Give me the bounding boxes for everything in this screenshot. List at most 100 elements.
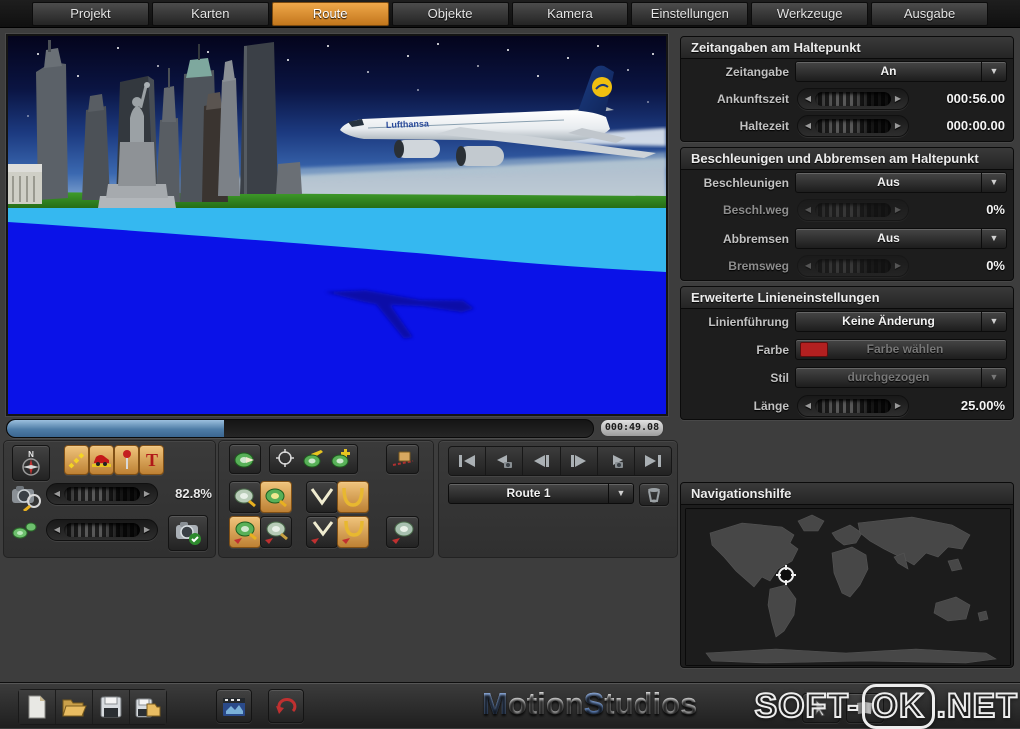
slider-dial[interactable] (815, 119, 891, 133)
waypoint-magnify-icon (234, 488, 256, 508)
apply-u-curve-button[interactable] (337, 516, 369, 548)
apply-camera-button[interactable] (168, 515, 208, 551)
abbremsen-dropdown[interactable]: Aus ▼ (795, 228, 1007, 249)
slider-decrease-arrow[interactable]: ◀ (801, 89, 815, 109)
next-waypoint-magnify-icon (265, 521, 288, 544)
view-toolbox: N T ◀ ▶ 82.8% ◀ ▶ (3, 440, 216, 558)
motionstudios-logo: MotionStudios (482, 686, 697, 722)
logo-part: M (482, 686, 508, 721)
timeline-scrubber[interactable] (6, 419, 594, 438)
chevron-down-icon[interactable]: ▼ (981, 229, 1006, 248)
next-zoom-waypoint-button[interactable] (260, 516, 292, 548)
open-project-button[interactable] (56, 690, 93, 724)
compass-button[interactable]: N (12, 445, 50, 481)
chevron-down-icon[interactable]: ▼ (981, 62, 1006, 81)
prev-zoom-waypoint-button[interactable] (229, 516, 261, 548)
slider-decrease-arrow[interactable]: ◀ (801, 116, 815, 136)
clapperboard-icon (223, 698, 245, 716)
car-icon (92, 455, 111, 467)
slider-dial[interactable] (815, 92, 891, 106)
step-back-button[interactable] (523, 447, 561, 475)
crosshair-icon (276, 449, 294, 467)
tab-kamera[interactable]: Kamera (511, 1, 629, 26)
slider-dial (815, 259, 891, 273)
edit-route-line-button[interactable] (64, 445, 89, 475)
zoom-slider[interactable]: ◀ ▶ (46, 483, 158, 505)
preview-render-button[interactable] (216, 689, 252, 723)
tab-einstellungen[interactable]: Einstellungen (631, 1, 749, 26)
height-slider-dial[interactable] (64, 523, 140, 537)
height-increase-arrow[interactable]: ▶ (140, 520, 154, 540)
chevron-down-icon[interactable]: ▼ (981, 312, 1006, 331)
first-waypoint-button[interactable] (449, 447, 487, 475)
route-select-dropdown[interactable]: Route 1 ▼ (448, 483, 634, 504)
new-project-button[interactable] (19, 690, 56, 724)
slider-increase-arrow[interactable]: ▶ (891, 116, 905, 136)
zoom-waypoint-in-button[interactable] (260, 481, 292, 513)
laenge-slider[interactable]: ◀ ▶ (797, 395, 909, 417)
goto-waypoint-button[interactable] (229, 444, 261, 474)
tab-ausgabe[interactable]: Ausgabe (871, 1, 988, 26)
flag-pin-button[interactable] (114, 445, 139, 475)
save-as-button[interactable] (130, 690, 166, 724)
text-object-button[interactable]: T (139, 445, 164, 475)
apply-v-curve-button[interactable] (306, 516, 338, 548)
save-project-button[interactable] (93, 690, 130, 724)
ankunftszeit-value: 000:56.00 (946, 91, 1005, 106)
zoom-increase-arrow[interactable]: ▶ (140, 484, 154, 504)
undo-button[interactable] (268, 689, 304, 723)
zoom-slider-dial[interactable] (64, 487, 140, 501)
main-tab-bar: Projekt Karten Route Objekte Kamera Eins… (0, 0, 1020, 28)
step-forward-icon (570, 455, 586, 467)
world-map (686, 509, 1010, 665)
farbe-button-label: Farbe wählen (866, 342, 944, 356)
height-slider[interactable]: ◀ ▶ (46, 519, 158, 541)
slider-dial (815, 203, 891, 217)
slider-dial[interactable] (815, 399, 891, 413)
tab-objekte[interactable]: Objekte (391, 1, 509, 26)
chevron-down-icon[interactable]: ▼ (608, 484, 633, 503)
airline-title: Lufthansa (386, 118, 430, 130)
scene-viewport[interactable]: Lufthansa (6, 34, 668, 416)
object-route-button[interactable] (386, 444, 419, 474)
center-waypoint-button[interactable] (271, 446, 299, 470)
camera-check-icon (176, 522, 201, 545)
ankunftszeit-slider[interactable]: ◀ ▶ (797, 88, 909, 110)
apply-waypoint-button[interactable] (386, 516, 419, 548)
tab-projekt[interactable]: Projekt (32, 1, 149, 26)
linienfuehrung-dropdown[interactable]: Keine Änderung ▼ (795, 311, 1007, 332)
line-shape-v-button[interactable] (306, 481, 338, 513)
tab-werkzeuge[interactable]: Werkzeuge (751, 1, 869, 26)
chevron-down-icon[interactable]: ▼ (981, 173, 1006, 192)
zoom-decrease-arrow[interactable]: ◀ (50, 484, 64, 504)
tab-route[interactable]: Route (271, 1, 389, 26)
slider-increase-arrow[interactable]: ▶ (891, 396, 905, 416)
prev-camera-waypoint-button[interactable] (486, 447, 524, 475)
timeline-progress (7, 420, 224, 437)
file-button-group (18, 689, 167, 725)
slider-decrease-arrow[interactable]: ◀ (801, 396, 815, 416)
world-map-navigator[interactable] (685, 508, 1011, 666)
line-shape-u-button[interactable] (337, 481, 369, 513)
step-forward-button[interactable] (560, 447, 598, 475)
farbe-waehlen-button[interactable]: Farbe wählen (795, 339, 1007, 360)
last-waypoint-button[interactable] (634, 447, 672, 475)
stil-dropdown: durchgezogen ▼ (795, 367, 1007, 388)
beschleunigen-value: Aus (877, 175, 900, 189)
tab-karten[interactable]: Karten (151, 1, 269, 26)
move-waypoint-button[interactable] (300, 446, 328, 470)
vehicle-object-button[interactable] (89, 445, 114, 475)
height-decrease-arrow[interactable]: ◀ (50, 520, 64, 540)
add-waypoint-button[interactable] (329, 446, 355, 470)
next-camera-waypoint-button[interactable] (597, 447, 635, 475)
abbremsen-value: Aus (877, 231, 900, 245)
zeitangabe-dropdown[interactable]: An ▼ (795, 61, 1007, 82)
slider-increase-arrow[interactable]: ▶ (891, 89, 905, 109)
haltezeit-slider[interactable]: ◀ ▶ (797, 115, 909, 137)
panel-time-title: Zeitangaben am Haltepunkt (681, 37, 1013, 59)
u-curve-apply-icon (342, 520, 364, 544)
bremsweg-slider: ◀ ▶ (797, 255, 909, 277)
zoom-waypoint-out-button[interactable] (229, 481, 261, 513)
delete-route-button[interactable] (639, 483, 669, 506)
beschleunigen-dropdown[interactable]: Aus ▼ (795, 172, 1007, 193)
